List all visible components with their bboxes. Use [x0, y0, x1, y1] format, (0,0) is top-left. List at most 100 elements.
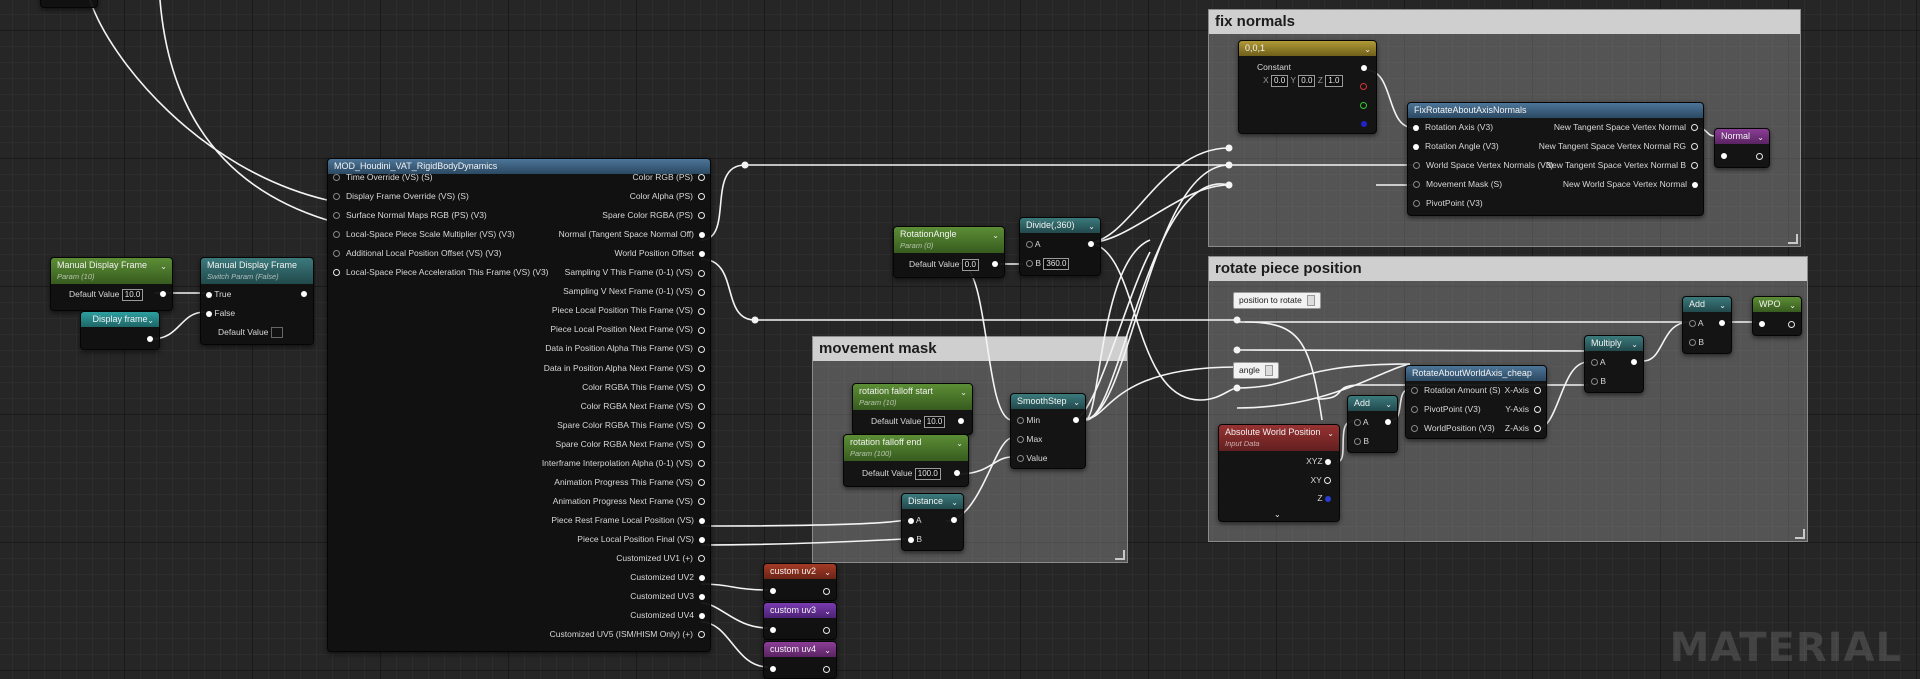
output-pin[interactable]: [1325, 458, 1331, 465]
chevron-down-icon[interactable]: ⌄: [1088, 221, 1095, 232]
node-header[interactable]: Display frame ⌄: [81, 312, 159, 327]
output-pin[interactable]: [147, 336, 153, 342]
resize-grip[interactable]: [1795, 529, 1805, 539]
output-pin[interactable]: [1534, 425, 1541, 433]
chevron-down-icon[interactable]: ⌄: [992, 230, 999, 241]
input-pin-row[interactable]: PivotPoint (V3): [1411, 403, 1481, 415]
node-header[interactable]: rotation falloff end Param (100) ⌄: [844, 435, 968, 461]
input-pin-row[interactable]: Local-Space Piece Scale Multiplier (VS) …: [333, 228, 515, 240]
chevron-down-icon[interactable]: ⌄: [160, 261, 167, 272]
output-pin-rgb[interactable]: [1361, 65, 1367, 71]
a-pin-row[interactable]: A: [1026, 238, 1041, 250]
input-pin[interactable]: [1411, 406, 1418, 414]
input-pin[interactable]: [206, 291, 212, 298]
xyz-output-row[interactable]: XYZ: [1306, 455, 1331, 467]
output-pin-row[interactable]: Piece Local Position Next Frame (VS): [550, 323, 705, 335]
output-pin-row[interactable]: Piece Local Position This Frame (VS): [552, 304, 705, 316]
output-pin[interactable]: [698, 479, 705, 487]
manual-display-frame-switch-node[interactable]: Manual Display Frame Switch Param (False…: [200, 257, 314, 345]
output-pin[interactable]: [699, 574, 705, 581]
output-pin-r[interactable]: [1360, 83, 1367, 90]
output-pin-row[interactable]: Color RGBA This Frame (VS): [582, 381, 705, 393]
output-pin[interactable]: [823, 627, 830, 634]
output-pin[interactable]: [823, 588, 830, 595]
output-pin-row[interactable]: Customized UV5 (ISM/HISM Only) (+): [550, 628, 705, 640]
node-header[interactable]: Multiply ⌄: [1585, 336, 1643, 351]
output-pin-row[interactable]: Customized UV3: [630, 590, 705, 602]
true-pin-row[interactable]: True: [206, 288, 231, 300]
output-pin[interactable]: [1631, 359, 1637, 365]
output-pin[interactable]: [698, 326, 705, 334]
input-pin[interactable]: [1689, 339, 1696, 347]
output-pin-g[interactable]: [1360, 102, 1367, 109]
output-pin-row[interactable]: Color RGB (PS): [633, 171, 705, 183]
output-pin-row[interactable]: Spare Color RGBA Next Frame (VS): [556, 438, 705, 450]
input-pin[interactable]: [333, 212, 340, 220]
smoothstep-node[interactable]: SmoothStep ⌄ Min Max Value: [1010, 393, 1086, 469]
output-pin[interactable]: [698, 212, 705, 220]
output-pin[interactable]: [699, 250, 705, 257]
chevron-down-icon[interactable]: ⌄: [1757, 132, 1764, 143]
chevron-down-icon[interactable]: ⌄: [1631, 339, 1638, 350]
input-pin[interactable]: [1689, 320, 1696, 328]
min-pin-row[interactable]: Min: [1017, 414, 1040, 426]
output-pin[interactable]: [698, 498, 705, 506]
input-pin[interactable]: [770, 666, 776, 672]
node-header[interactable]: Add ⌄: [1683, 297, 1731, 312]
input-pin-row[interactable]: Local-Space Piece Acceleration This Fram…: [333, 266, 549, 278]
fix-rotate-about-axis-normals-node[interactable]: FixRotateAboutAxisNormals Rotation Axis …: [1407, 102, 1704, 216]
chevron-down-icon[interactable]: ⌄: [1789, 300, 1796, 311]
output-pin[interactable]: [954, 470, 960, 476]
input-pin[interactable]: [1017, 455, 1024, 463]
output-pin-row[interactable]: New Tangent Space Vertex Normal RG: [1539, 140, 1698, 152]
input-pin-row[interactable]: Rotation Axis (V3): [1413, 121, 1493, 133]
output-pin-row[interactable]: Customized UV1 (+): [616, 552, 705, 564]
output-pin[interactable]: [698, 307, 705, 315]
node-header[interactable]: custom uv4 ⌄: [764, 642, 836, 657]
input-pin[interactable]: [1759, 321, 1765, 327]
output-pin-b[interactable]: [1361, 121, 1367, 127]
output-pin[interactable]: [699, 517, 705, 524]
output-pin[interactable]: [1691, 162, 1698, 170]
node-header[interactable]: custom uv2 ⌄: [764, 564, 836, 579]
output-pin-row[interactable]: Data in Position Alpha This Frame (VS): [545, 342, 705, 354]
chevron-down-icon[interactable]: ⌄: [824, 606, 831, 617]
output-pin-row[interactable]: Interframe Interpolation Alpha (0-1) (VS…: [542, 457, 705, 469]
default-value-field[interactable]: 10.0: [923, 416, 946, 428]
input-pin[interactable]: [1413, 143, 1419, 150]
output-pin[interactable]: [160, 291, 166, 297]
output-pin-row[interactable]: Customized UV2: [630, 571, 705, 583]
node-header[interactable]: Normal ⌄: [1715, 129, 1769, 144]
xy-output-row[interactable]: XY: [1310, 474, 1331, 486]
output-pin[interactable]: [698, 421, 705, 429]
z-field[interactable]: 1.0: [1325, 75, 1343, 87]
node-header[interactable]: FixRotateAboutAxisNormals: [1408, 103, 1703, 118]
input-pin[interactable]: [1017, 417, 1024, 425]
output-pin[interactable]: [698, 631, 705, 639]
node-header[interactable]: SmoothStep ⌄: [1011, 394, 1085, 409]
output-pin[interactable]: [698, 440, 705, 448]
output-pin[interactable]: [698, 174, 705, 182]
input-pin[interactable]: [1413, 124, 1419, 131]
output-pin[interactable]: [698, 402, 705, 410]
input-pin[interactable]: [1591, 378, 1598, 386]
output-pin-row[interactable]: Animation Progress This Frame (VS): [554, 476, 705, 488]
output-pin[interactable]: [1325, 495, 1331, 502]
rotation-angle-param-node[interactable]: RotationAngle Param (0) ⌄ Default Value …: [893, 226, 1005, 278]
node-header[interactable]: Divide(,360) ⌄: [1020, 218, 1100, 233]
output-pin-row[interactable]: Sampling V Next Frame (0-1) (VS): [563, 285, 705, 297]
chevron-down-icon[interactable]: ⌄: [951, 497, 958, 508]
output-pin-row[interactable]: Customized UV4: [630, 609, 705, 621]
value-pin-row[interactable]: Value: [1017, 452, 1047, 464]
output-pin[interactable]: [301, 291, 307, 297]
default-value-field[interactable]: 10.0: [121, 289, 144, 301]
input-pin-row[interactable]: Rotation Angle (V3): [1413, 140, 1499, 152]
output-pin[interactable]: [698, 555, 705, 563]
a-pin-row[interactable]: A: [1591, 356, 1606, 368]
rotate-about-world-axis-node[interactable]: RotateAboutWorldAxis_cheap Rotation Amou…: [1405, 365, 1547, 439]
houdini-vat-node[interactable]: MOD_Houdini_VAT_RigidBodyDynamics Time O…: [327, 158, 711, 652]
drag-handle[interactable]: [1306, 295, 1315, 307]
chevron-down-icon[interactable]: ⌄: [1385, 399, 1392, 410]
angle-reroute[interactable]: angle: [1233, 362, 1279, 380]
output-pin[interactable]: [823, 666, 830, 673]
